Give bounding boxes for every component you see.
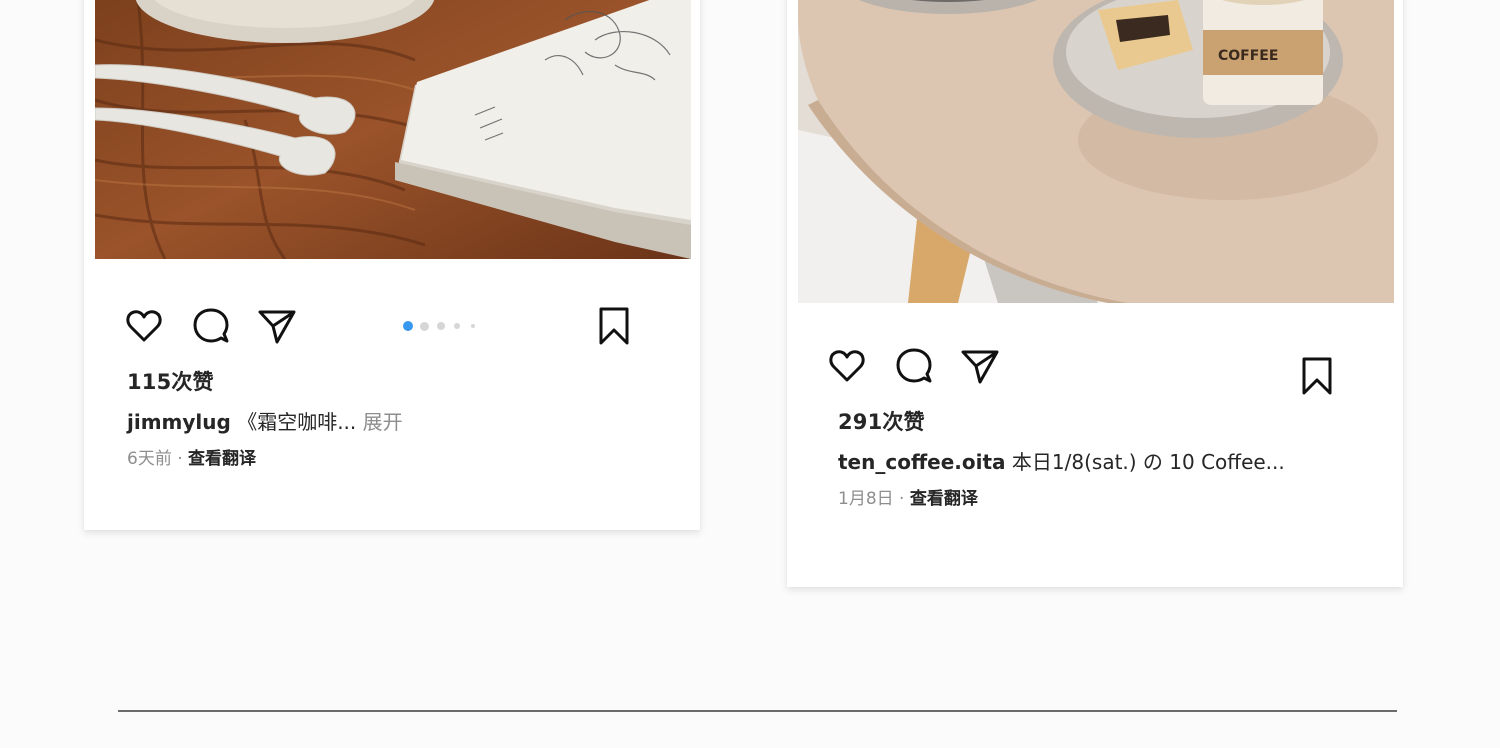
heart-icon[interactable] xyxy=(827,346,867,386)
expand-link[interactable]: 展开 xyxy=(363,410,403,434)
post-image-2[interactable]: COFFEE xyxy=(798,0,1394,303)
post-meta: 1月8日 · 查看翻译 xyxy=(838,484,978,509)
post-card-2: COFFEE 291次赞 ten_coffee.oita 本日1/8(sat.)… xyxy=(787,0,1403,587)
translate-link[interactable]: 查看翻译 xyxy=(910,489,978,509)
carousel-dot xyxy=(471,324,475,328)
meta-separator: · xyxy=(899,489,905,509)
meta-separator: · xyxy=(177,449,183,469)
likes-count[interactable]: 115次赞 xyxy=(127,366,214,396)
carousel-dot xyxy=(454,323,460,329)
translate-link[interactable]: 查看翻译 xyxy=(188,449,256,469)
comment-icon[interactable] xyxy=(894,346,934,386)
post-time: 6天前 xyxy=(127,449,172,469)
caption-text: 《霜空咖啡... xyxy=(237,410,357,434)
heart-icon[interactable] xyxy=(124,306,164,346)
username-link[interactable]: ten_coffee.oita xyxy=(838,450,1006,474)
caption-text: 本日1/8(sat.) の 10 Coffee... xyxy=(1011,450,1285,474)
carousel-dot xyxy=(420,321,429,331)
action-bar xyxy=(827,346,1337,395)
send-icon[interactable] xyxy=(960,346,1000,386)
comment-icon[interactable] xyxy=(191,306,231,346)
likes-count[interactable]: 291次赞 xyxy=(838,406,925,436)
post-caption: jimmylug 《霜空咖啡... 展开 xyxy=(127,406,403,435)
post-image-1[interactable] xyxy=(95,0,691,259)
bookmark-icon[interactable] xyxy=(1297,356,1337,396)
carousel-dot xyxy=(437,322,445,330)
post-card-1: 115次赞 jimmylug 《霜空咖啡... 展开 6天前 · 查看翻译 xyxy=(84,0,700,530)
bookmark-icon[interactable] xyxy=(594,306,634,346)
username-link[interactable]: jimmylug xyxy=(127,410,231,434)
section-divider xyxy=(118,710,1397,712)
svg-text:COFFEE: COFFEE xyxy=(1218,48,1278,64)
post-time: 1月8日 xyxy=(838,489,894,509)
send-icon[interactable] xyxy=(257,306,297,346)
carousel-dot xyxy=(403,321,413,331)
post-meta: 6天前 · 查看翻译 xyxy=(127,444,256,469)
action-bar xyxy=(124,306,634,346)
post-caption: ten_coffee.oita 本日1/8(sat.) の 10 Coffee.… xyxy=(838,446,1285,475)
